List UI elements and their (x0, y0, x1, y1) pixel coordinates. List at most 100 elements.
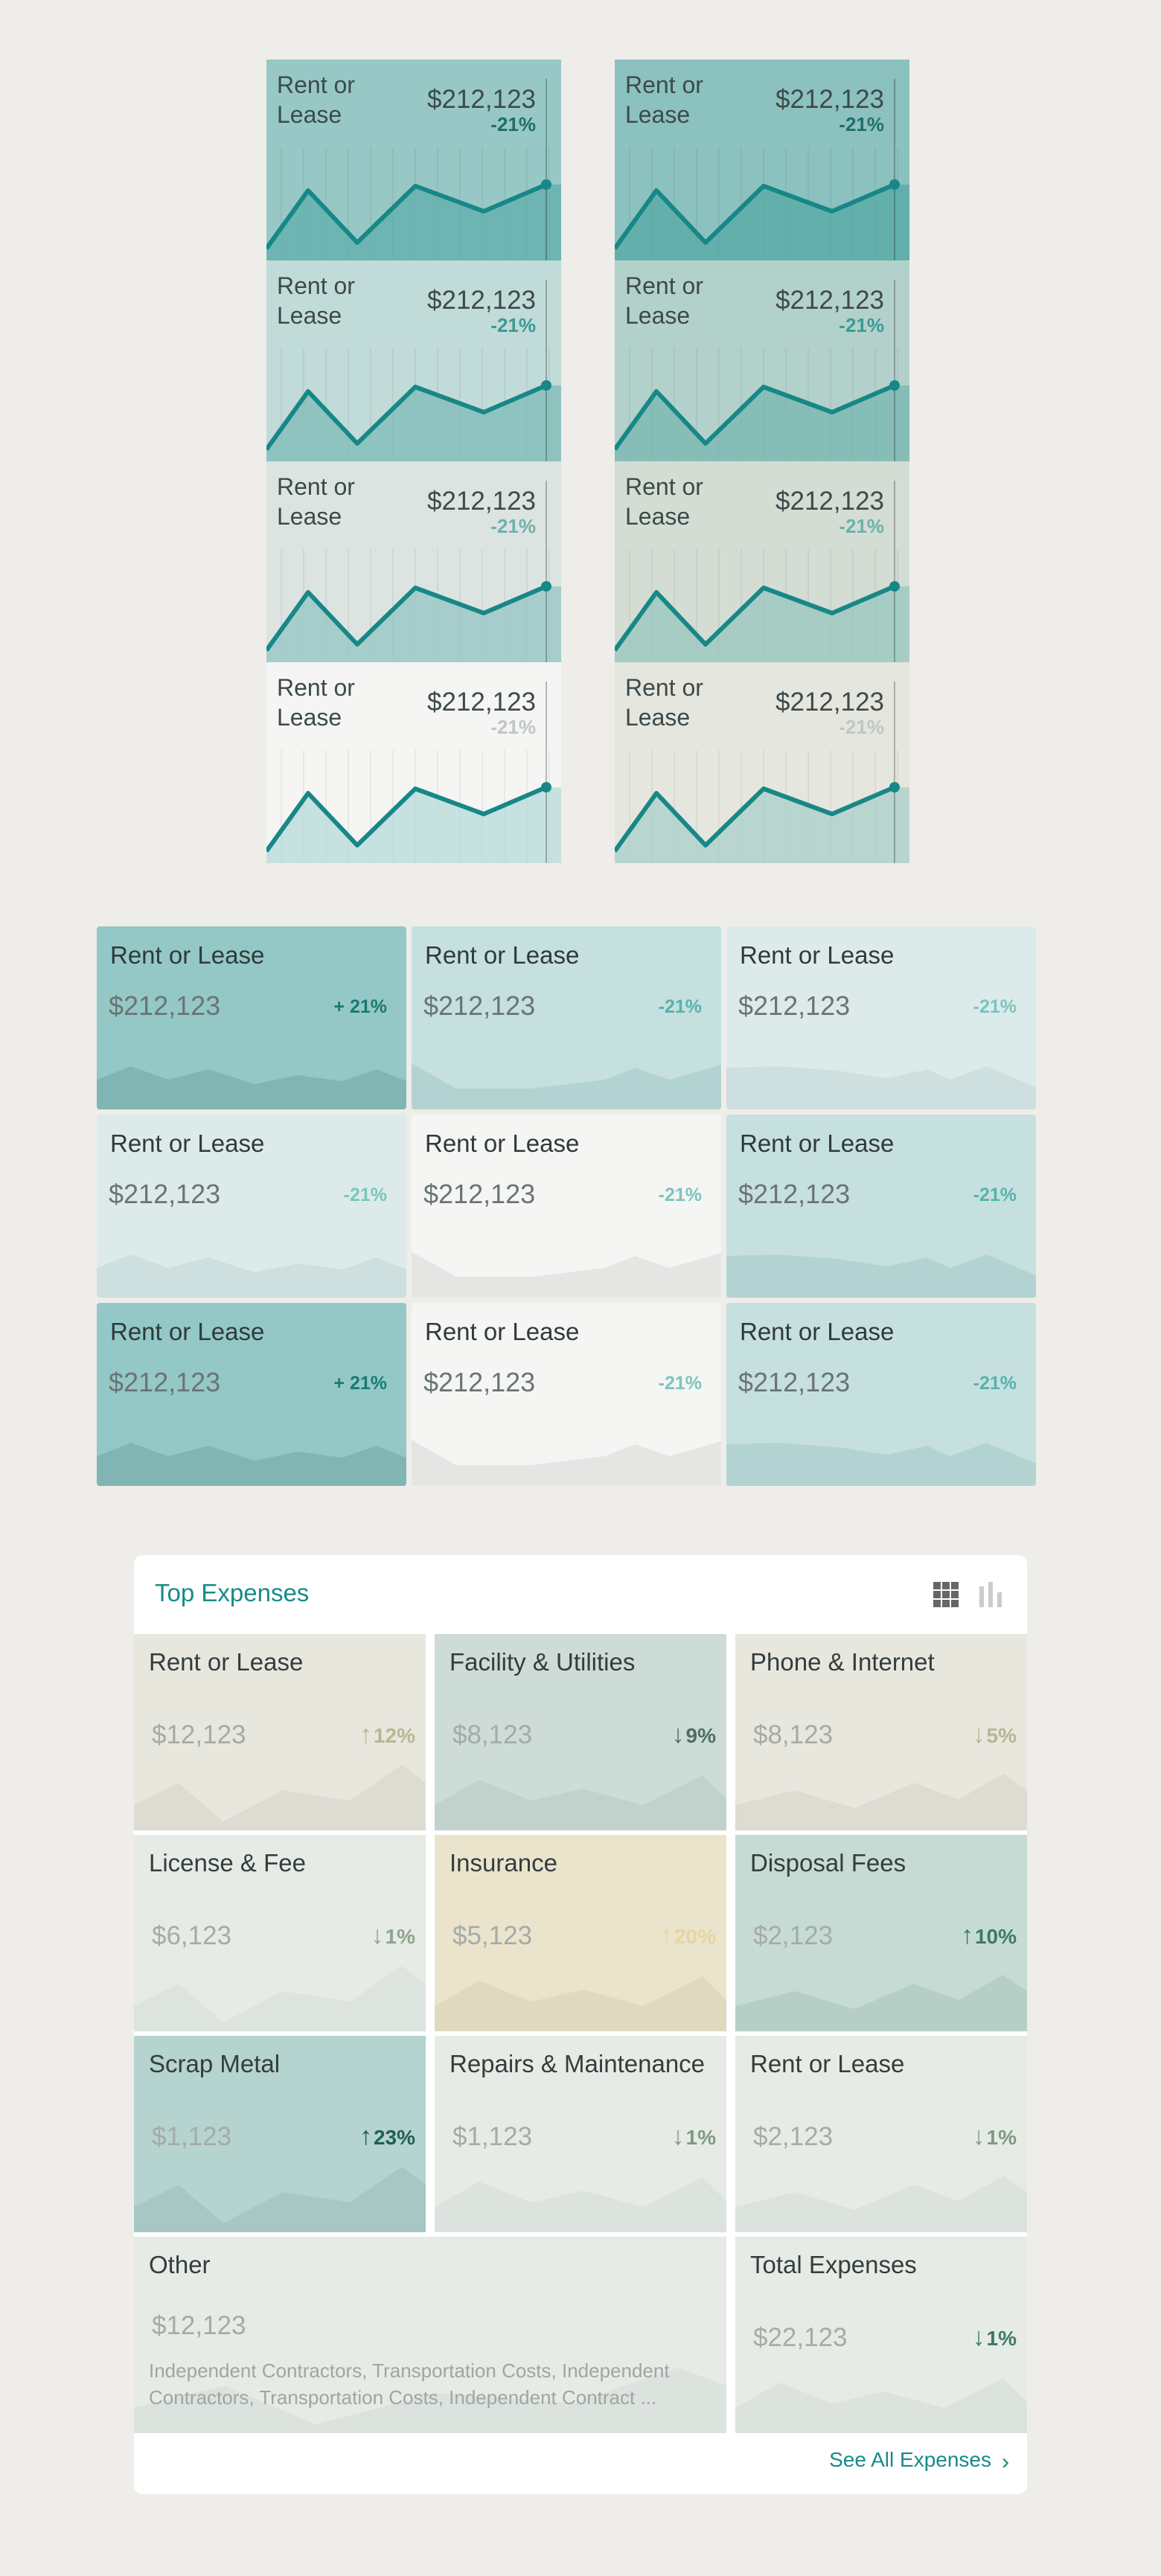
grid-view-icon[interactable] (933, 1582, 959, 1607)
sparkline-tile[interactable]: Rent or Lease $212,123 -21% (266, 260, 561, 461)
expense-change-value: 9% (685, 1724, 716, 1747)
tile-label-line2: Lease (625, 302, 691, 329)
expense-tile[interactable]: Disposal Fees $2,123 ↑10% (735, 1835, 1027, 2031)
expense-tile[interactable]: Phone & Internet $8,123 ↓5% (735, 1634, 1027, 1830)
summary-tile[interactable]: Rent or Lease $212,123 -21% (726, 1303, 1036, 1486)
arrow-down-icon: ↓ (671, 2122, 685, 2150)
expense-change: ↑23% (359, 2122, 415, 2151)
summary-tile[interactable]: Rent or Lease $212,123 + 21% (97, 926, 406, 1109)
expense-change: ↓1% (973, 2323, 1017, 2352)
sparkline-endpoint (541, 581, 551, 592)
expense-value: $8,123 (753, 1720, 834, 1749)
expense-change-value: 12% (373, 1724, 415, 1747)
summary-tile[interactable]: Rent or Lease $212,123 -21% (726, 1115, 1036, 1298)
tile-value: $212,123 (109, 990, 221, 1021)
expense-label: Disposal Fees (750, 1849, 906, 1877)
expense-tile[interactable]: Total Expenses $22,123 ↓1% (735, 2237, 1027, 2433)
tile-area (97, 1443, 406, 1486)
expense-change-value: 1% (385, 1925, 415, 1948)
tile-label: Rent or Lease (740, 941, 895, 969)
tile-label-line1: Rent or (277, 272, 355, 299)
tile-label-line1: Rent or (625, 473, 703, 500)
tile-label: Rent or Lease (277, 673, 374, 732)
see-all-expenses-link[interactable]: See All Expenses › (829, 2448, 1009, 2474)
summary-tile[interactable]: Rent or Lease $212,123 -21% (97, 1115, 406, 1298)
tile-value: $212,123 (427, 286, 536, 315)
expense-tile[interactable]: Facility & Utilities $8,123 ↓9% (435, 1634, 726, 1830)
card-footer: See All Expenses › (134, 2430, 1027, 2494)
sparkline-tile[interactable]: Rent or Lease $212,123 -21% (615, 461, 909, 662)
expense-value: $8,123 (452, 1720, 533, 1749)
arrow-down-icon: ↓ (972, 1720, 985, 1749)
tile-value: $212,123 (738, 1179, 851, 1209)
expense-area (735, 1975, 1027, 2031)
tile-value: $212,123 (738, 1367, 851, 1397)
tile-area (97, 1066, 406, 1109)
expense-label: Phone & Internet (750, 1648, 935, 1676)
expense-tile[interactable]: Rent or Lease $12,123 ↑12% (134, 1634, 426, 1830)
sparkline-tile[interactable]: Rent or Lease $212,123 -21% (615, 260, 909, 461)
sparkline-tile[interactable]: Rent or Lease $212,123 -21% (266, 662, 561, 863)
sparkline-tile[interactable]: Rent or Lease $212,123 -21% (615, 662, 909, 863)
expense-change: ↓1% (371, 1921, 415, 1950)
expense-tile[interactable]: License & Fee $6,123 ↓1% (134, 1835, 426, 2031)
expense-value: $2,123 (753, 1921, 834, 1950)
expense-tile[interactable]: Insurance $5,123 ↑20% (435, 1835, 726, 2031)
expense-label: Scrap Metal (149, 2050, 281, 2077)
expense-tile[interactable]: Rent or Lease $2,123 ↓1% (735, 2036, 1027, 2232)
expense-label: Repairs & Maintenance (450, 2050, 706, 2077)
arrow-up-icon: ↑ (359, 2122, 372, 2150)
bar-chart-icon[interactable] (978, 1582, 1005, 1607)
sparkline-endpoint (889, 581, 900, 592)
tile-change: -21% (973, 996, 1017, 1017)
tile-change: + 21% (333, 996, 387, 1017)
arrow-up-icon: ↑ (359, 1720, 372, 1749)
tile-label-line1: Rent or (277, 674, 355, 701)
expense-tile[interactable]: Repairs & Maintenance $1,123 ↓1% (435, 2036, 726, 2232)
tile-label: Rent or Lease (740, 1130, 895, 1157)
sparkline-endpoint (889, 179, 900, 190)
tile-change: -21% (490, 515, 536, 537)
expense-description: Independent Contractors, Transportation … (149, 2359, 670, 2409)
sparkline-column: Rent or Lease $212,123 -21% Rent or Lease $212… (266, 60, 561, 863)
expense-label: Rent or Lease (750, 2050, 905, 2077)
summary-tile[interactable]: Rent or Lease $212,123 -21% (726, 926, 1036, 1109)
tile-value: $212,123 (427, 85, 536, 114)
expense-area (735, 1774, 1027, 1830)
tile-label-line2: Lease (625, 101, 691, 128)
expense-change: ↓1% (973, 2122, 1017, 2151)
summary-tile[interactable]: Rent or Lease $212,123 + 21% (97, 1303, 406, 1486)
tile-change: -21% (490, 716, 536, 738)
sparkline-tile[interactable]: Rent or Lease $212,123 -21% (266, 461, 561, 662)
expense-area (134, 1765, 426, 1830)
expense-change-value: 1% (986, 2126, 1017, 2149)
summary-tile[interactable]: Rent or Lease $212,123 -21% (412, 926, 721, 1109)
tile-area (726, 1443, 1036, 1486)
tile-change: -21% (658, 1373, 702, 1394)
expense-change: ↑10% (961, 1921, 1017, 1950)
summary-tile[interactable]: Rent or Lease $212,123 -21% (412, 1115, 721, 1298)
expense-label: Other (149, 2251, 211, 2278)
tile-value: $212,123 (775, 688, 884, 717)
sparkline-tile[interactable]: Rent or Lease $212,123 -21% (266, 60, 561, 260)
tile-area (412, 1252, 721, 1298)
expense-value: $6,123 (152, 1921, 232, 1950)
tile-label: Rent or Lease (425, 1318, 580, 1345)
tile-area (726, 1255, 1036, 1298)
summary-tile[interactable]: Rent or Lease $212,123 -21% (412, 1303, 721, 1486)
tile-label-line2: Lease (277, 503, 342, 530)
tile-label: Rent or Lease (740, 1318, 895, 1345)
tile-label-line1: Rent or (625, 674, 703, 701)
sparkline-endpoint (541, 179, 551, 190)
expense-tile[interactable]: Scrap Metal $1,123 ↑23% (134, 2036, 426, 2232)
expense-area (134, 1966, 426, 2031)
arrow-up-icon: ↑ (960, 1921, 973, 1949)
tile-change: -21% (658, 1185, 702, 1205)
arrow-down-icon: ↓ (972, 2122, 985, 2150)
sparkline-tile[interactable]: Rent or Lease $212,123 -21% (615, 60, 909, 260)
summary-tile-grid: Rent or Lease $212,123 + 21% Rent or Lease $… (97, 926, 1036, 1486)
expense-area (735, 2176, 1027, 2232)
tile-value: $212,123 (109, 1179, 221, 1209)
expense-tile[interactable]: Other $12,123 Independent Contractors, Tra… (134, 2237, 726, 2433)
chevron-right-icon: › (1002, 2450, 1009, 2474)
